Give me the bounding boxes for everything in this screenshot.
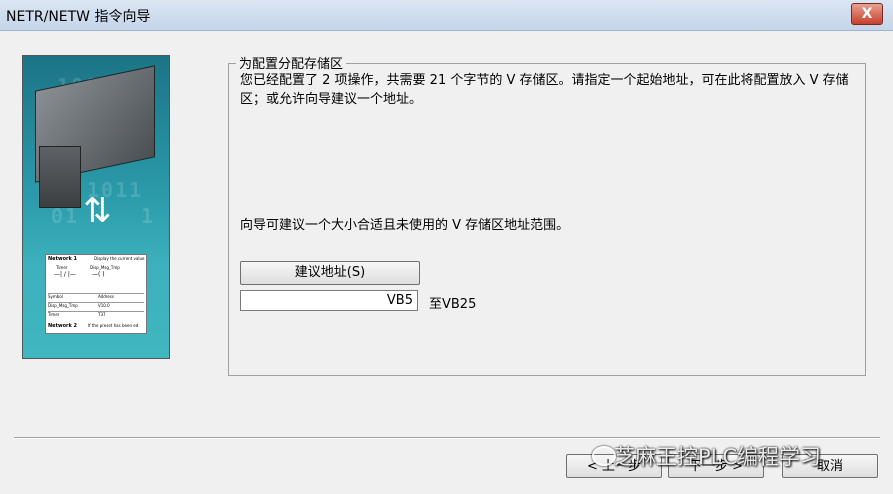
wechat-icon [592,446,616,466]
close-icon: X [861,6,873,22]
ladder-network2-label: Network 2 [48,323,78,329]
ladder-table-row: Timer T37 [48,311,144,321]
start-address-input[interactable]: VB5 [240,290,418,311]
ladder-network1-comment: Display the current value [94,256,145,261]
description-text: 您已经配置了 2 项操作，共需要 21 个字节的 V 存储区。请指定一个起始地址… [240,73,849,107]
ladder-timer-tag: Timer [56,265,68,270]
suggest-note-text: 向导可建议一个大小合适且未使用的 V 存储区地址范围。 [240,218,570,233]
ladder-diagram-image: Network 1 Display the current value Time… [45,254,147,334]
ladder-coil: —( ) [92,271,105,278]
ladder-network2-comment: If the preset has been ed [88,323,139,328]
transfer-arrows-icon: ⇅ [83,191,112,231]
footer-divider [14,437,880,439]
title-bar: NETR/NETW 指令向导 X [0,0,893,31]
wizard-side-image: 1001 10101 1 1011 01 1 ⇅ Network 1 Displ… [22,55,170,359]
close-button[interactable]: X [851,3,883,25]
window-title: NETR/NETW 指令向导 [6,9,151,25]
ladder-network1-label: Network 1 [48,256,78,262]
watermark-text: 芝麻王控PLC编程学习 [614,445,822,469]
plc-front-panel [39,146,81,208]
end-address-label: 至VB25 [429,297,477,312]
ladder-disp-tag: Disp_Msg_Tmp [90,265,120,270]
suggest-address-button[interactable]: 建议地址(S) [240,261,420,285]
ladder-contact: —| / |— [54,271,76,278]
bg-digits: 1 [141,204,156,228]
group-box-label: 为配置分配存储区 [236,53,347,72]
